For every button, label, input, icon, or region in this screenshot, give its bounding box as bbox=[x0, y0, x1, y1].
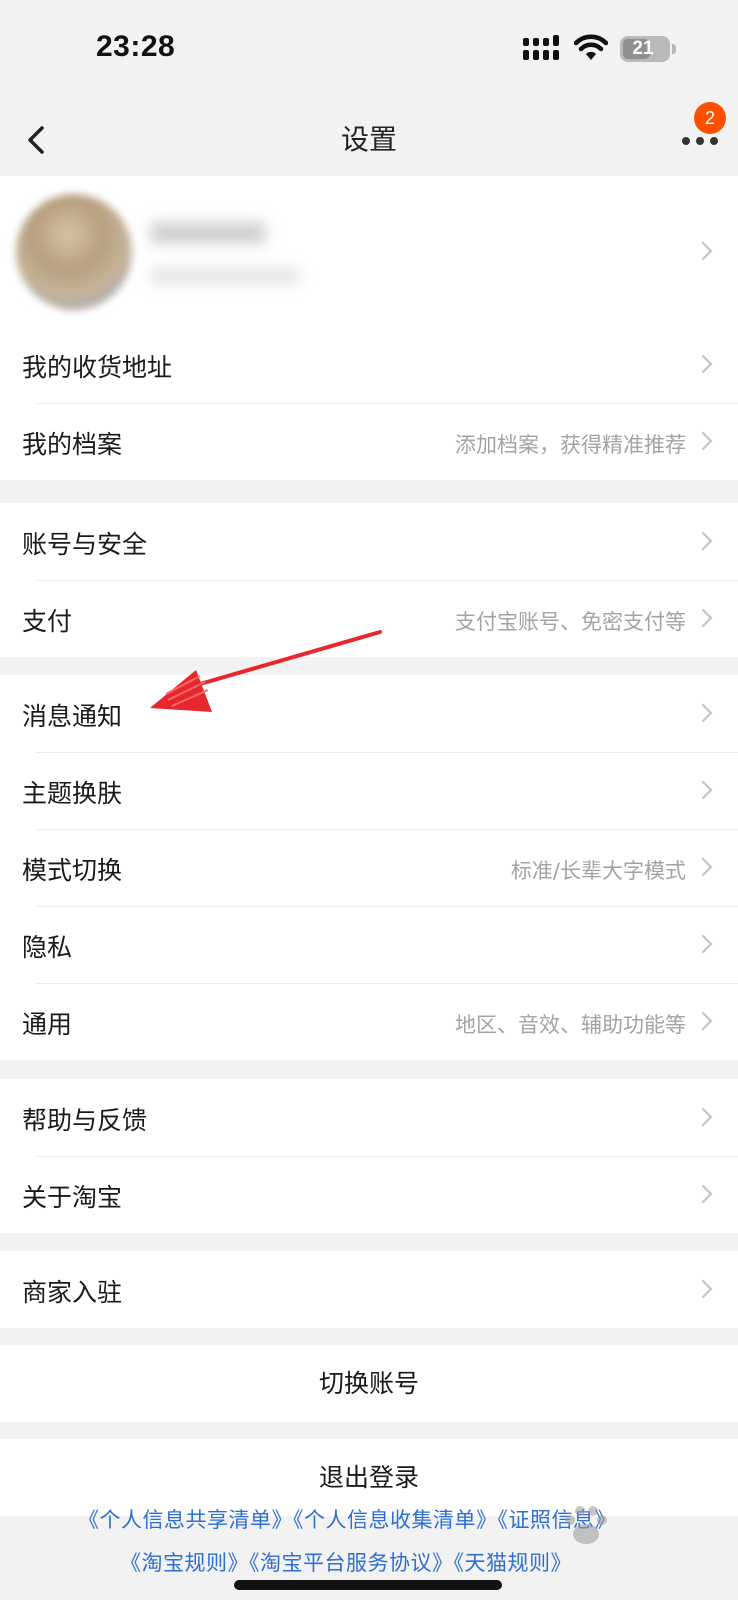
annotation-arrow-icon bbox=[150, 630, 382, 712]
home-indicator bbox=[234, 1580, 502, 1590]
